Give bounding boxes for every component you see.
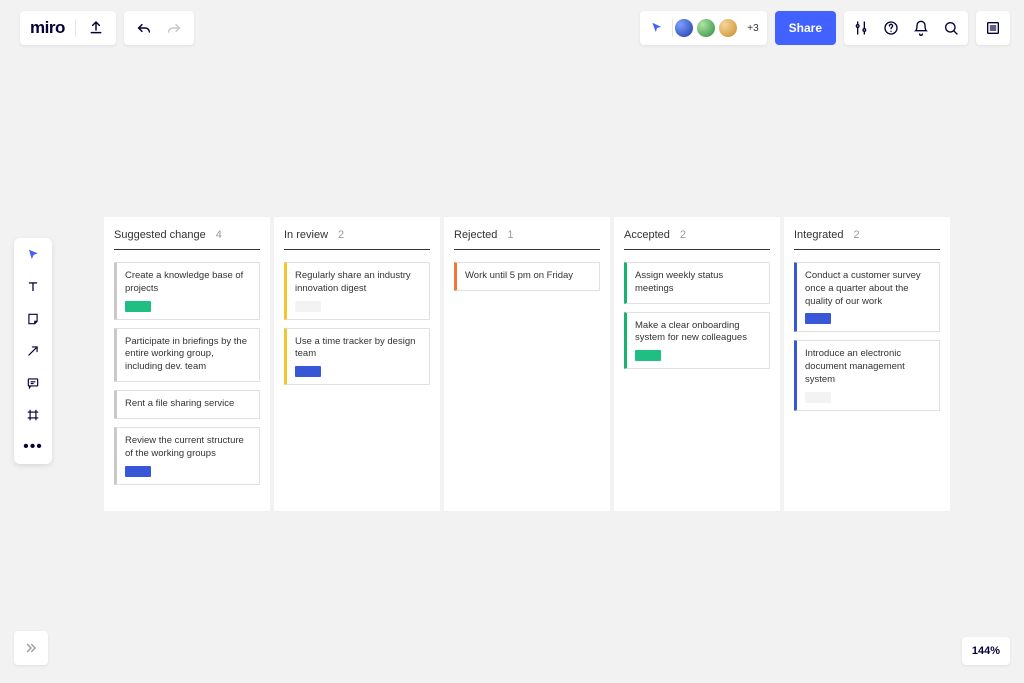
kanban-card[interactable]: Conduct a customer survey once a quarter…: [794, 262, 940, 332]
comment-tool-icon[interactable]: [24, 374, 42, 392]
kanban-column[interactable]: Suggested change 4 Create a knowledge base…: [104, 217, 270, 511]
share-button[interactable]: Share: [775, 11, 836, 45]
column-count: 2: [680, 229, 686, 241]
right-tools-box: [844, 11, 968, 45]
kanban-card[interactable]: Assign weekly status meetings: [624, 262, 770, 304]
bell-icon[interactable]: [912, 19, 930, 37]
card-text: Regularly share an industry innovation d…: [295, 270, 421, 296]
kanban-card[interactable]: Participate in briefings by the entire w…: [114, 328, 260, 382]
kanban-column[interactable]: Rejected 1 Work until 5 pm on Friday: [444, 217, 610, 511]
kanban-card[interactable]: Work until 5 pm on Friday: [454, 262, 600, 291]
column-title: Suggested change: [114, 229, 206, 241]
zoom-level[interactable]: 144%: [962, 637, 1010, 665]
column-count: 2: [338, 229, 344, 241]
card-text: Review the current structure of the work…: [125, 435, 251, 461]
undo-icon[interactable]: [134, 18, 154, 38]
cursor-icon[interactable]: [648, 21, 666, 35]
column-header: Integrated 2: [794, 229, 940, 250]
app-logo[interactable]: miro: [30, 18, 65, 38]
column-header: Suggested change 4: [114, 229, 260, 250]
text-tool-icon[interactable]: [24, 278, 42, 296]
search-icon[interactable]: [942, 19, 960, 37]
column-header: Accepted 2: [624, 229, 770, 250]
column-title: Integrated: [794, 229, 844, 241]
kanban-card[interactable]: Regularly share an industry innovation d…: [284, 262, 430, 320]
topbar-right: +3 Share: [640, 11, 1010, 45]
card-tag-swatch: [125, 301, 151, 312]
top-bar: miro +3 Share: [0, 11, 1024, 45]
more-tools-icon[interactable]: •••: [24, 438, 42, 456]
sticky-note-tool-icon[interactable]: [24, 310, 42, 328]
card-tag-swatch: [805, 392, 831, 403]
frame-tool-icon[interactable]: [24, 406, 42, 424]
avatar[interactable]: [695, 17, 717, 39]
column-header: In review 2: [284, 229, 430, 250]
card-text: Work until 5 pm on Friday: [465, 270, 591, 283]
kanban-card[interactable]: Introduce an electronic document managem…: [794, 340, 940, 410]
column-count: 2: [854, 229, 860, 241]
kanban-board[interactable]: Suggested change 4 Create a knowledge base…: [104, 217, 950, 511]
card-tag-swatch: [805, 313, 831, 324]
more-avatars-badge[interactable]: +3: [747, 23, 758, 34]
panel-icon[interactable]: [976, 11, 1010, 45]
column-count: 4: [216, 229, 222, 241]
expand-toolbar-icon[interactable]: [14, 631, 48, 665]
card-tag-swatch: [635, 350, 661, 361]
card-text: Create a knowledge base of projects: [125, 270, 251, 296]
settings-icon[interactable]: [852, 19, 870, 37]
kanban-column[interactable]: In review 2 Regularly share an industry in…: [274, 217, 440, 511]
card-text: Make a clear onboarding system for new c…: [635, 320, 761, 346]
kanban-column[interactable]: Integrated 2 Conduct a customer survey onc…: [784, 217, 950, 511]
undo-redo-box: [124, 11, 194, 45]
card-text: Conduct a customer survey once a quarter…: [805, 270, 931, 308]
divider: [75, 19, 76, 37]
kanban-card[interactable]: Create a knowledge base of projects: [114, 262, 260, 320]
topbar-left: miro: [20, 11, 194, 45]
avatar[interactable]: [673, 17, 695, 39]
card-text: Assign weekly status meetings: [635, 270, 761, 296]
card-tag-swatch: [125, 466, 151, 477]
avatar[interactable]: [717, 17, 739, 39]
redo-icon[interactable]: [164, 18, 184, 38]
column-count: 1: [507, 229, 513, 241]
card-text: Use a time tracker by design team: [295, 336, 421, 362]
kanban-card[interactable]: Rent a file sharing service: [114, 390, 260, 419]
help-icon[interactable]: [882, 19, 900, 37]
card-text: Rent a file sharing service: [125, 398, 251, 411]
kanban-card[interactable]: Make a clear onboarding system for new c…: [624, 312, 770, 370]
column-title: Rejected: [454, 229, 497, 241]
card-text: Participate in briefings by the entire w…: [125, 336, 251, 374]
kanban-card[interactable]: Use a time tracker by design team: [284, 328, 430, 386]
logo-box: miro: [20, 11, 116, 45]
export-icon[interactable]: [86, 18, 106, 38]
card-text: Introduce an electronic document managem…: [805, 348, 931, 386]
column-title: Accepted: [624, 229, 670, 241]
card-tag-swatch: [295, 366, 321, 377]
column-header: Rejected 1: [454, 229, 600, 250]
card-tag-swatch: [295, 301, 321, 312]
column-title: In review: [284, 229, 328, 241]
arrow-tool-icon[interactable]: [24, 342, 42, 360]
select-tool-icon[interactable]: [24, 246, 42, 264]
kanban-card[interactable]: Review the current structure of the work…: [114, 427, 260, 485]
collaborators-box: +3: [640, 11, 766, 45]
left-toolbar: •••: [14, 238, 52, 464]
kanban-column[interactable]: Accepted 2 Assign weekly status meetings Ma…: [614, 217, 780, 511]
